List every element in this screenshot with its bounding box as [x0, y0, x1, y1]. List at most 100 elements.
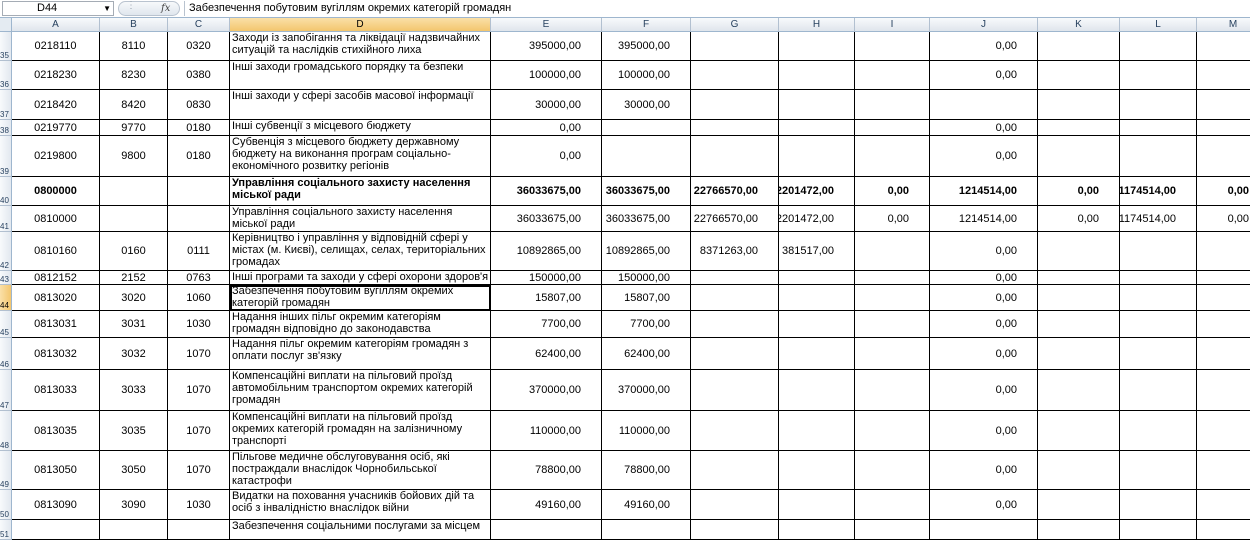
cell-m38[interactable] — [1197, 120, 1250, 136]
cell-c45[interactable]: 1030 — [168, 311, 230, 338]
column-header-l[interactable]: L — [1120, 18, 1197, 32]
cell-g44[interactable] — [691, 285, 779, 311]
cell-l46[interactable] — [1120, 338, 1197, 370]
cell-a51[interactable] — [12, 520, 100, 540]
cell-h44[interactable] — [779, 285, 855, 311]
cell-l50[interactable] — [1120, 490, 1197, 520]
cell-f37[interactable]: 30000,00 — [602, 90, 691, 120]
cell-b46[interactable]: 3032 — [100, 338, 168, 370]
cell-j44[interactable]: 0,00 — [930, 285, 1038, 311]
cell-a44[interactable]: 0813020 — [12, 285, 100, 311]
cell-j39[interactable]: 0,00 — [930, 136, 1038, 177]
cell-k48[interactable] — [1038, 411, 1120, 451]
cell-i49[interactable] — [855, 451, 930, 490]
cell-f40[interactable]: 36033675,00 — [602, 177, 691, 206]
cell-m48[interactable] — [1197, 411, 1250, 451]
cell-j49[interactable]: 0,00 — [930, 451, 1038, 490]
cell-c37[interactable]: 0830 — [168, 90, 230, 120]
cell-d50[interactable]: Видатки на поховання учасників бойових д… — [230, 490, 491, 520]
cell-g42[interactable]: 8371263,00 — [691, 232, 779, 271]
column-header-k[interactable]: K — [1038, 18, 1120, 32]
cell-h41[interactable]: 2201472,00 — [779, 206, 855, 232]
cell-a37[interactable]: 0218420 — [12, 90, 100, 120]
cell-f48[interactable]: 110000,00 — [602, 411, 691, 451]
chevron-down-icon[interactable]: ▼ — [103, 2, 111, 15]
row-header-46[interactable]: 46 — [0, 338, 12, 370]
cell-a43[interactable]: 0812152 — [12, 271, 100, 285]
cell-i44[interactable] — [855, 285, 930, 311]
row-header-37[interactable]: 37 — [0, 90, 12, 120]
cell-m41[interactable]: 0,00 — [1197, 206, 1250, 232]
cell-k36[interactable] — [1038, 61, 1120, 90]
cell-k49[interactable] — [1038, 451, 1120, 490]
column-header-j[interactable]: J — [930, 18, 1038, 32]
cell-f49[interactable]: 78800,00 — [602, 451, 691, 490]
cell-d36[interactable]: Інші заходи громадського порядку та безп… — [230, 61, 491, 90]
cell-f46[interactable]: 62400,00 — [602, 338, 691, 370]
cell-i42[interactable] — [855, 232, 930, 271]
cell-h35[interactable] — [779, 32, 855, 61]
cell-c48[interactable]: 1070 — [168, 411, 230, 451]
cell-l45[interactable] — [1120, 311, 1197, 338]
column-header-g[interactable]: G — [691, 18, 779, 32]
cell-h48[interactable] — [779, 411, 855, 451]
cell-e41[interactable]: 36033675,00 — [491, 206, 602, 232]
cell-c39[interactable]: 0180 — [168, 136, 230, 177]
cell-d46[interactable]: Надання пільг окремим категоріям громадя… — [230, 338, 491, 370]
row-header-41[interactable]: 41 — [0, 206, 12, 232]
cell-b40[interactable] — [100, 177, 168, 206]
insert-function-button[interactable]: fx — [161, 3, 170, 14]
cell-d43[interactable]: Інші програми та заходи у сфері охорони … — [230, 271, 491, 285]
cell-l35[interactable] — [1120, 32, 1197, 61]
cell-f45[interactable]: 7700,00 — [602, 311, 691, 338]
select-all-button[interactable] — [0, 18, 12, 32]
cell-a48[interactable]: 0813035 — [12, 411, 100, 451]
cell-b43[interactable]: 2152 — [100, 271, 168, 285]
cell-e42[interactable]: 10892865,00 — [491, 232, 602, 271]
cell-f38[interactable] — [602, 120, 691, 136]
cell-j50[interactable]: 0,00 — [930, 490, 1038, 520]
row-header-36[interactable]: 36 — [0, 61, 12, 90]
cell-c44[interactable]: 1060 — [168, 285, 230, 311]
cell-g47[interactable] — [691, 370, 779, 411]
cell-d38[interactable]: Інші субвенції з місцевого бюджету — [230, 120, 491, 136]
cell-c50[interactable]: 1030 — [168, 490, 230, 520]
column-header-m[interactable]: M — [1197, 18, 1250, 32]
cell-m43[interactable] — [1197, 271, 1250, 285]
cell-d40[interactable]: Управління соціального захисту населення… — [230, 177, 491, 206]
cell-k42[interactable] — [1038, 232, 1120, 271]
cell-h49[interactable] — [779, 451, 855, 490]
cell-l43[interactable] — [1120, 271, 1197, 285]
column-header-d[interactable]: D — [230, 18, 491, 32]
name-box[interactable]: D44 ▼ — [2, 1, 114, 16]
cell-k47[interactable] — [1038, 370, 1120, 411]
cell-k39[interactable] — [1038, 136, 1120, 177]
cell-g49[interactable] — [691, 451, 779, 490]
cell-a38[interactable]: 0219770 — [12, 120, 100, 136]
cell-i41[interactable]: 0,00 — [855, 206, 930, 232]
cell-g40[interactable]: 22766570,00 — [691, 177, 779, 206]
cell-l42[interactable] — [1120, 232, 1197, 271]
cell-f43[interactable]: 150000,00 — [602, 271, 691, 285]
cell-k40[interactable]: 0,00 — [1038, 177, 1120, 206]
cell-m36[interactable] — [1197, 61, 1250, 90]
cell-c47[interactable]: 1070 — [168, 370, 230, 411]
cell-l48[interactable] — [1120, 411, 1197, 451]
cell-b38[interactable]: 9770 — [100, 120, 168, 136]
cell-j43[interactable]: 0,00 — [930, 271, 1038, 285]
cell-a47[interactable]: 0813033 — [12, 370, 100, 411]
cell-i50[interactable] — [855, 490, 930, 520]
cell-m49[interactable] — [1197, 451, 1250, 490]
cell-m51[interactable] — [1197, 520, 1250, 540]
column-header-c[interactable]: C — [168, 18, 230, 32]
cell-c40[interactable] — [168, 177, 230, 206]
column-header-f[interactable]: F — [602, 18, 691, 32]
cell-b45[interactable]: 3031 — [100, 311, 168, 338]
cell-e37[interactable]: 30000,00 — [491, 90, 602, 120]
cell-c42[interactable]: 0111 — [168, 232, 230, 271]
cell-l41[interactable]: 1174514,00 — [1120, 206, 1197, 232]
cell-m46[interactable] — [1197, 338, 1250, 370]
cell-a46[interactable]: 0813032 — [12, 338, 100, 370]
cell-h43[interactable] — [779, 271, 855, 285]
cell-h46[interactable] — [779, 338, 855, 370]
